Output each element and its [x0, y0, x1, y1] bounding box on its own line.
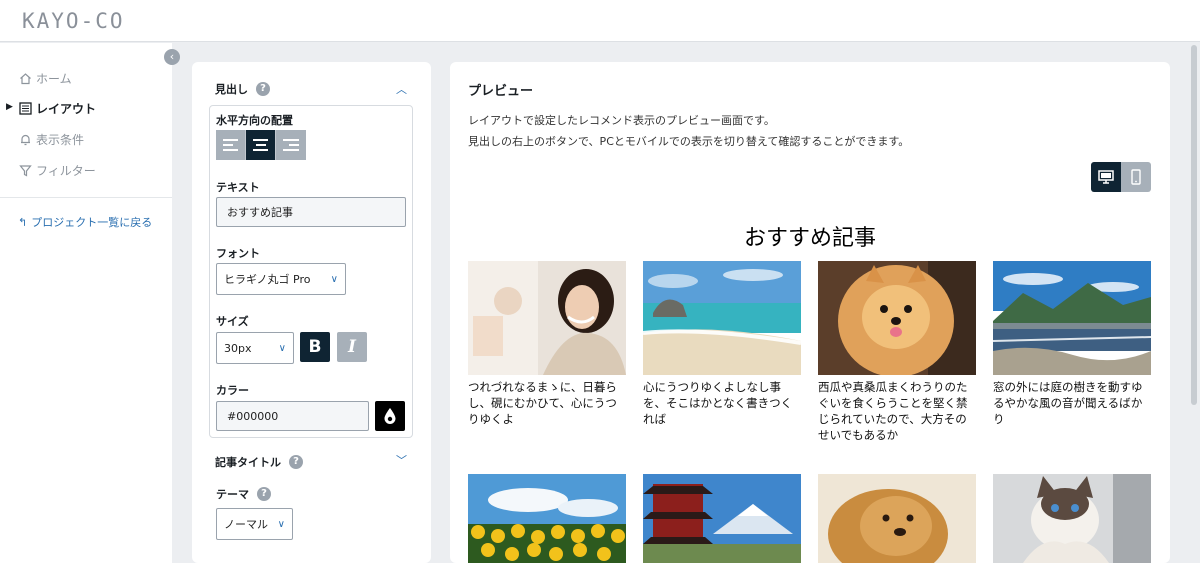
recommend-heading: おすすめ記事 [743, 226, 876, 251]
droplet-icon [384, 408, 396, 424]
align-right-button[interactable] [276, 130, 306, 160]
app-logo[interactable]: KAYO-CO [22, 9, 125, 33]
mobile-view-button[interactable] [1121, 162, 1151, 192]
font-label: フォント [216, 247, 260, 260]
color-picker-button[interactable] [375, 401, 405, 431]
heading-section-toggle[interactable]: 見出し ? [215, 81, 270, 97]
article-card[interactable]: つれづれなるまゝに、日暮らし、硯にむかひて、心にうつりゆくよ [468, 261, 626, 427]
color-label: カラー [216, 384, 249, 397]
heading-text-input[interactable]: おすすめ記事 [216, 197, 406, 227]
article-thumbnail [643, 474, 801, 563]
article-card[interactable] [993, 474, 1151, 563]
alignment-label: 水平方向の配置 [216, 114, 293, 127]
article-card[interactable] [468, 474, 626, 563]
sidebar-item-filter[interactable]: フィルター [18, 162, 96, 179]
sidebar-item-label: 表示条件 [36, 133, 85, 147]
article-thumbnail [818, 261, 976, 375]
sidebar [0, 43, 172, 563]
chevron-down-icon: ∨ [330, 273, 338, 285]
collapse-sidebar-button[interactable]: ‹ [164, 49, 180, 65]
align-center-button[interactable] [246, 130, 276, 160]
desktop-icon [1098, 170, 1114, 184]
article-title: 西瓜や真桑瓜まくわうりのたぐいを食くらうことを堅く禁じられていたので、大方そのせ… [818, 380, 968, 442]
preview-panel: プレビュー レイアウトで設定したレコメンド表示のプレビュー画面です。 見出しの右… [450, 62, 1170, 563]
sidebar-divider [0, 197, 172, 198]
mobile-icon [1131, 169, 1141, 185]
article-card[interactable] [643, 474, 801, 563]
size-select[interactable]: 30px ∨ [216, 332, 294, 364]
size-label: サイズ [216, 315, 249, 328]
help-icon[interactable]: ? [256, 82, 270, 96]
article-card[interactable]: 心にうつりゆくよしなし事を、そこはかとなく書きつくれば [643, 261, 801, 427]
back-arrow-icon: ↰ [18, 215, 28, 229]
alignment-button-group [216, 130, 306, 160]
back-to-projects-link[interactable]: ↰ プロジェクト一覧に戻る [18, 214, 152, 230]
article-thumbnail [468, 261, 626, 375]
bell-icon [18, 133, 32, 147]
theme-label: テーマ ? [216, 486, 271, 502]
help-icon[interactable]: ? [257, 487, 271, 501]
article-thumbnail [818, 474, 976, 563]
bold-toggle-button[interactable]: B [300, 332, 330, 362]
italic-toggle-button[interactable]: I [337, 332, 367, 362]
color-input[interactable]: #000000 [216, 401, 369, 431]
sidebar-item-layout[interactable]: レイアウト [18, 100, 96, 117]
scrollbar-thumb[interactable] [1191, 45, 1197, 405]
sidebar-item-label: フィルター [36, 164, 96, 178]
sidebar-item-label: ホーム [36, 72, 72, 86]
align-left-button[interactable] [216, 130, 246, 160]
article-card[interactable]: 西瓜や真桑瓜まくわうりのたぐいを食くらうことを堅く禁じられていたので、大方そのせ… [818, 261, 976, 443]
article-thumbnail [643, 261, 801, 375]
article-thumbnail [993, 261, 1151, 375]
article-title-section-toggle[interactable]: 記事タイトル ? [215, 454, 303, 470]
top-bar: KAYO-CO [0, 0, 1200, 42]
chevron-up-icon[interactable]: ︿ [396, 81, 407, 97]
sidebar-item-display-conditions[interactable]: 表示条件 [18, 131, 84, 148]
preview-title: プレビュー [468, 84, 534, 99]
article-title: つれづれなるまゝに、日暮らし、硯にむかひて、心にうつりゆくよ [468, 380, 617, 426]
pc-view-button[interactable] [1091, 162, 1121, 192]
chevron-down-icon: ∨ [277, 518, 285, 530]
text-label: テキスト [216, 181, 260, 194]
chevron-down-icon: ∨ [278, 342, 286, 354]
theme-select[interactable]: ノーマル ∨ [216, 508, 293, 540]
filter-icon [18, 164, 32, 178]
sidebar-item-home[interactable]: ホーム [18, 70, 72, 87]
home-icon [18, 72, 32, 86]
article-thumbnail [993, 474, 1151, 563]
device-toggle [1091, 162, 1151, 192]
layout-icon [18, 102, 32, 116]
article-card[interactable] [818, 474, 976, 563]
preview-description: 見出しの右上のボタンで、PCとモバイルでの表示を切り替えて確認することができます… [468, 135, 910, 148]
article-thumbnail [468, 474, 626, 563]
article-title: 心にうつりゆくよしなし事を、そこはかとなく書きつくれば [643, 380, 793, 426]
settings-panel: 見出し ? ︿ 水平方向の配置 テキスト おすすめ記事 フォント ヒラギノ丸ゴ … [192, 62, 431, 563]
active-indicator-icon: ▶ [6, 102, 13, 112]
help-icon[interactable]: ? [289, 455, 303, 469]
article-title: 窓の外には庭の樹きを動すゆるやかな風の音が聞えるばかり [993, 380, 1143, 426]
article-card[interactable]: 窓の外には庭の樹きを動すゆるやかな風の音が聞えるばかり [993, 261, 1151, 427]
preview-description: レイアウトで設定したレコメンド表示のプレビュー画面です。 [468, 114, 775, 127]
font-select[interactable]: ヒラギノ丸ゴ Pro ∨ [216, 263, 346, 295]
chevron-down-icon[interactable]: ﹀ [396, 452, 407, 468]
sidebar-item-label: レイアウト [36, 102, 97, 116]
